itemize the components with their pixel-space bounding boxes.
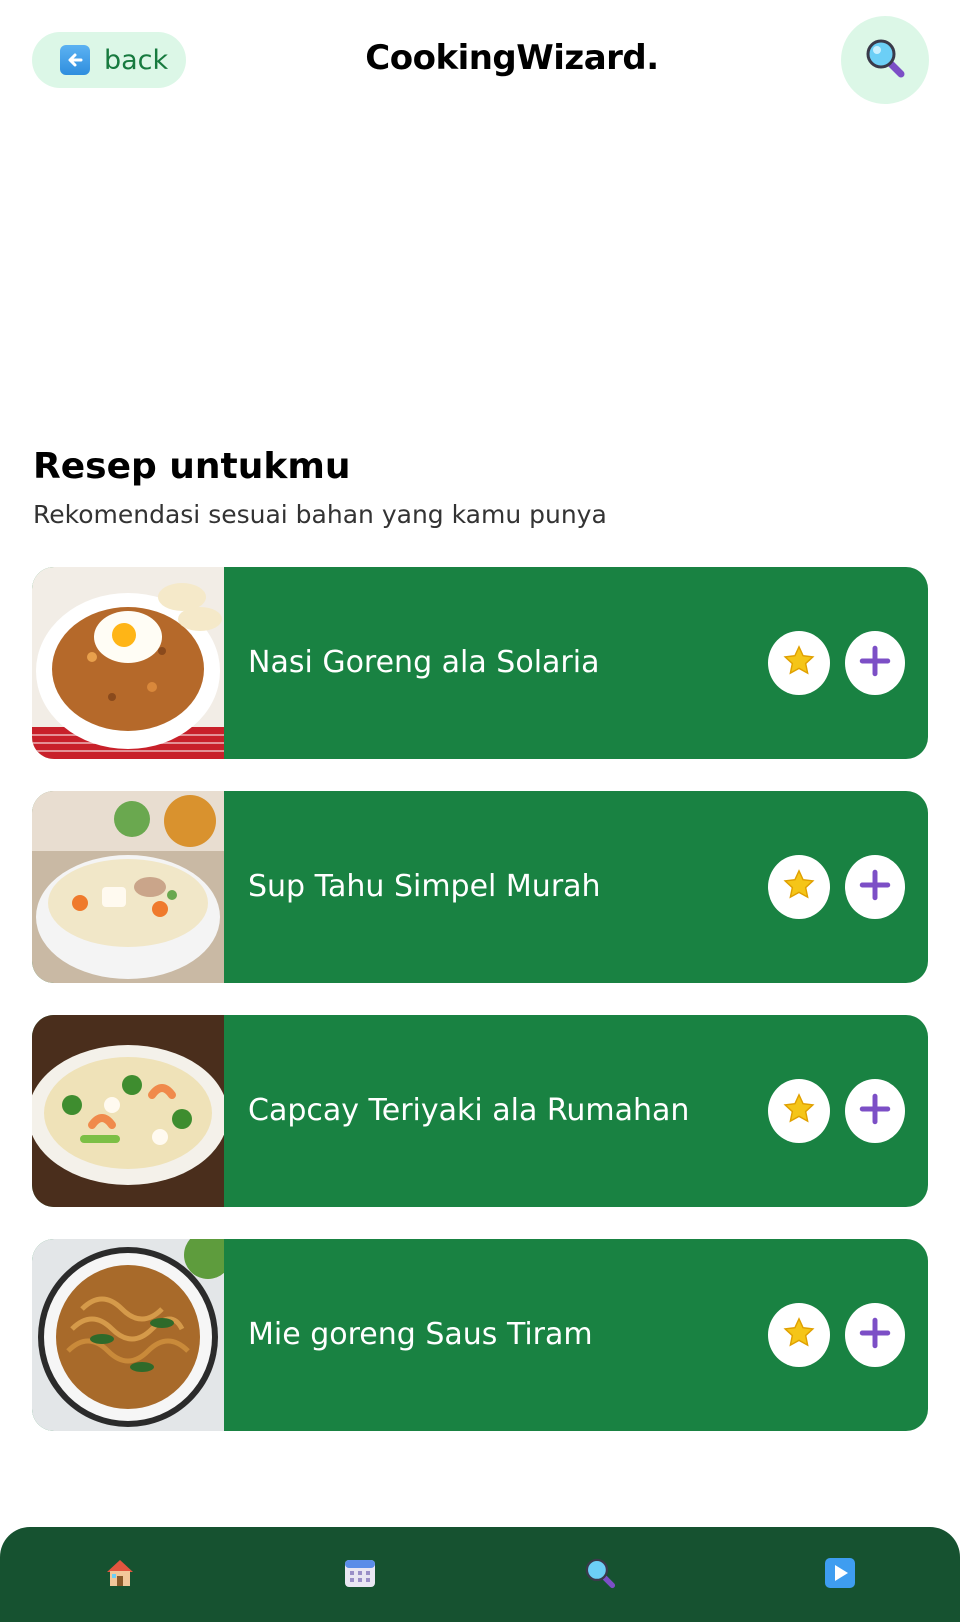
plus-icon <box>858 644 892 682</box>
star-icon <box>782 1092 816 1130</box>
play-icon <box>823 1556 857 1594</box>
nav-play[interactable] <box>820 1555 860 1595</box>
star-icon <box>782 868 816 906</box>
recipe-name: Capcay Teriyaki ala Rumahan <box>248 1093 690 1128</box>
recipe-name: Nasi Goreng ala Solaria <box>248 645 600 680</box>
app-title: CookingWizard. <box>365 38 659 78</box>
search-icon <box>583 1556 617 1594</box>
star-icon <box>782 1316 816 1354</box>
star-icon <box>782 644 816 682</box>
plus-icon <box>858 1092 892 1130</box>
add-button[interactable] <box>845 1303 905 1367</box>
magnifier-icon <box>863 36 907 84</box>
top-header: back CookingWizard. <box>0 0 960 120</box>
recipe-card[interactable]: Nasi Goreng ala Solaria <box>32 567 928 759</box>
bottom-nav <box>0 1527 960 1622</box>
add-button[interactable] <box>845 1079 905 1143</box>
nav-search[interactable] <box>580 1555 620 1595</box>
favorite-button[interactable] <box>768 1079 830 1143</box>
recipe-name: Mie goreng Saus Tiram <box>248 1317 593 1352</box>
add-button[interactable] <box>845 631 905 695</box>
fried-noodle-photo <box>32 1239 232 1431</box>
favorite-button[interactable] <box>768 855 830 919</box>
tofu-soup-photo <box>32 791 224 983</box>
plus-icon <box>858 1316 892 1354</box>
section-title: Resep untukmu <box>33 446 351 487</box>
add-button[interactable] <box>845 855 905 919</box>
nav-calendar[interactable] <box>340 1555 380 1595</box>
fried-rice-photo <box>32 567 224 759</box>
favorite-button[interactable] <box>768 1303 830 1367</box>
recipe-card[interactable]: Mie goreng Saus Tiram <box>32 1239 928 1431</box>
recipe-card[interactable]: Sup Tahu Simpel Murah <box>32 791 928 983</box>
search-button[interactable] <box>841 16 929 104</box>
recipe-card[interactable]: Capcay Teriyaki ala Rumahan <box>32 1015 928 1207</box>
favorite-button[interactable] <box>768 631 830 695</box>
capcay-photo <box>32 1015 228 1207</box>
home-icon <box>103 1556 137 1594</box>
section-subtitle: Rekomendasi sesuai bahan yang kamu punya <box>33 500 607 529</box>
nav-home[interactable] <box>100 1555 140 1595</box>
recipe-name: Sup Tahu Simpel Murah <box>248 869 601 904</box>
calendar-icon <box>343 1556 377 1594</box>
plus-icon <box>858 868 892 906</box>
